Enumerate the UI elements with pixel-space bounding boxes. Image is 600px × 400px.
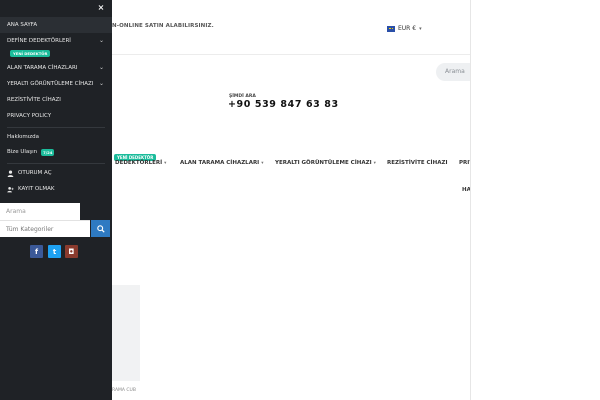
login-label: OTURUM AÇ xyxy=(18,170,52,176)
phone-number[interactable]: +90 539 847 63 83 xyxy=(228,99,339,110)
nav-item-resistivity[interactable]: REZİSTİVİTE CİHAZI xyxy=(387,160,448,166)
mobile-side-drawer: × ANA SAYFA DEFİNE DEDEKTÖRLERİ ⌄ YENİ D… xyxy=(0,0,112,400)
right-side-panel xyxy=(470,0,600,400)
nav-item-detectors[interactable]: DEDEKTÖRLERİ ▾ xyxy=(115,160,166,166)
drawer-item-label: Hakkımızda xyxy=(7,134,40,140)
main-navigation: DEDEKTÖRLERİ ▾ ALAN TARAMA CİHAZLARI ▾ Y… xyxy=(112,160,474,172)
drawer-divider xyxy=(7,163,105,164)
nav-item-label: YERALTI GÖRÜNTÜLEME CİHAZI xyxy=(275,160,372,166)
user-plus-icon xyxy=(7,186,14,192)
drawer-search-input[interactable]: Arama xyxy=(0,203,80,220)
currency-label: EUR € xyxy=(398,25,417,32)
chevron-down-icon: ▾ xyxy=(164,160,167,166)
user-icon xyxy=(7,169,14,177)
drawer-item-contact[interactable]: Bize Ulaşın 7/24 xyxy=(0,144,112,160)
drawer-item-label: REZİSTİVİTE CİHAZI xyxy=(7,97,61,103)
drawer-item-label: ALAN TARAMA CİHAZLARI xyxy=(7,65,78,71)
drawer-item-privacy[interactable]: PRIVACY POLICY xyxy=(0,108,112,124)
instagram-icon[interactable]: ◘ xyxy=(65,245,78,258)
product-caption: RAMA CUB xyxy=(112,388,136,393)
drawer-item-label: PRIVACY POLICY xyxy=(7,113,52,119)
nav-item-label: DEDEKTÖRLERİ xyxy=(115,160,163,166)
chevron-down-icon[interactable]: ⌄ xyxy=(99,37,104,44)
close-icon[interactable]: × xyxy=(96,3,106,13)
chevron-down-icon[interactable]: ⌄ xyxy=(99,80,104,87)
promo-banner-text: N-ONLINE SATIN ALABILIRSINIZ. xyxy=(112,23,214,29)
drawer-item-resistivity[interactable]: REZİSTİVİTE CİHAZI xyxy=(0,92,112,108)
product-image-placeholder xyxy=(112,285,140,381)
header-divider xyxy=(112,54,470,55)
nav-item-label: ALAN TARAMA CİHAZLARI xyxy=(180,160,260,166)
drawer-item-label: DEFİNE DEDEKTÖRLERİ xyxy=(7,38,71,44)
drawer-search-button[interactable] xyxy=(91,220,110,237)
drawer-item-label: ANA SAYFA xyxy=(7,22,38,28)
new-detector-badge: YENİ DEDEKTÖR xyxy=(10,50,51,57)
drawer-item-underground-imaging[interactable]: YERALTI GÖRÜNTÜLEME CİHAZI ⌄ xyxy=(0,76,112,92)
drawer-divider xyxy=(7,127,105,128)
chevron-down-icon: ▾ xyxy=(419,25,422,32)
category-select[interactable]: Tüm Kategoriler xyxy=(0,220,90,237)
facebook-icon[interactable]: f xyxy=(30,245,43,258)
nav-item-underground-imaging[interactable]: YERALTI GÖRÜNTÜLEME CİHAZI ▾ xyxy=(275,160,376,166)
nav-item-label: REZİSTİVİTE CİHAZI xyxy=(387,160,448,166)
register-link[interactable]: KAYIT OLMAK xyxy=(7,183,54,195)
eu-flag-icon xyxy=(387,25,395,32)
drawer-item-label: Bize Ulaşın xyxy=(7,149,38,155)
chevron-down-icon: ▾ xyxy=(261,160,264,166)
nav-item-area-scanning[interactable]: ALAN TARAMA CİHAZLARI ▾ xyxy=(180,160,264,166)
currency-selector[interactable]: EUR € ▾ xyxy=(387,25,422,32)
search-icon xyxy=(96,224,105,233)
drawer-item-detectors[interactable]: DEFİNE DEDEKTÖRLERİ ⌄ xyxy=(0,33,112,49)
support-badge: 7/24 xyxy=(41,148,55,156)
drawer-item-home[interactable]: ANA SAYFA xyxy=(0,17,112,33)
twitter-icon[interactable]: t xyxy=(48,245,61,258)
drawer-item-about[interactable]: Hakkımızda xyxy=(0,129,112,145)
register-label: KAYIT OLMAK xyxy=(18,186,55,192)
drawer-item-area-scanning[interactable]: ALAN TARAMA CİHAZLARI ⌄ xyxy=(0,60,112,76)
login-link[interactable]: OTURUM AÇ xyxy=(7,167,52,179)
chevron-down-icon: ▾ xyxy=(373,160,376,166)
drawer-item-label: YERALTI GÖRÜNTÜLEME CİHAZI xyxy=(7,81,94,87)
chevron-down-icon[interactable]: ⌄ xyxy=(99,64,104,71)
header-search-input[interactable]: Arama xyxy=(436,63,470,81)
